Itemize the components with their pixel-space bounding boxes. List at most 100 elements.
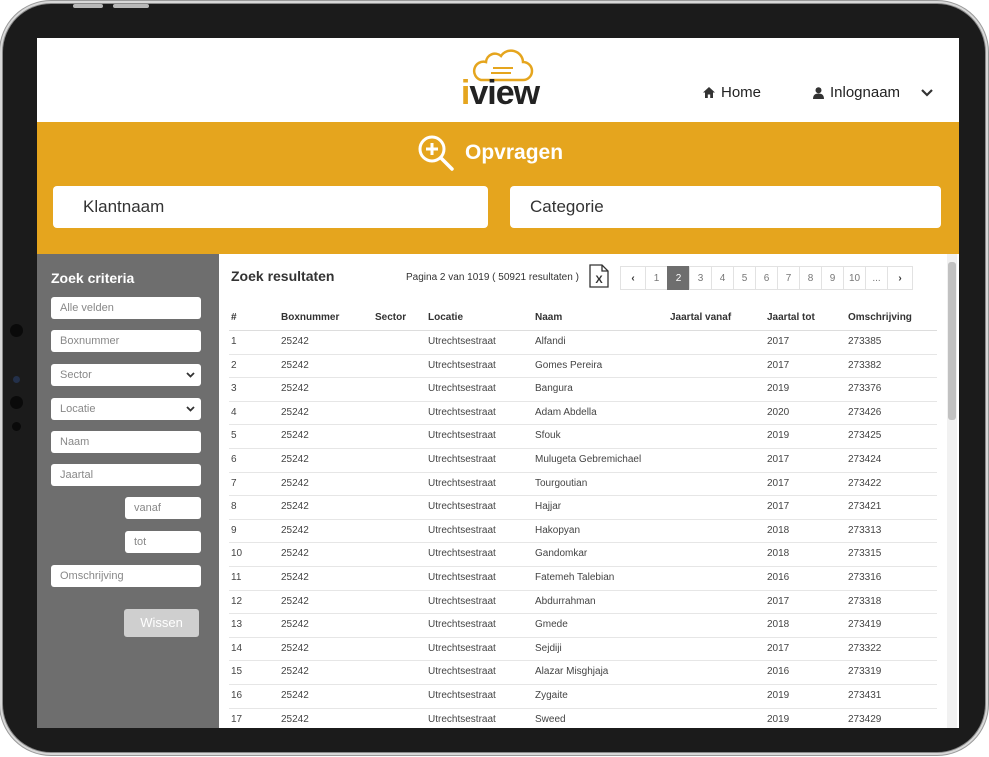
- table-row[interactable]: 17 25242 Utrechtsestraat Sweed 2019 273429: [229, 709, 937, 729]
- scrollbar-thumb[interactable]: [948, 262, 956, 420]
- table-cell: 2018: [767, 619, 790, 631]
- table-cell: 25242: [281, 524, 309, 536]
- table-cell: 2017: [767, 336, 790, 347]
- table-cell: 273431: [848, 689, 882, 701]
- table-cell: 25242: [281, 430, 309, 442]
- page-button[interactable]: 8: [799, 266, 822, 290]
- table-row[interactable]: 9 25242 Utrechtsestraat Hakopyan 2018 273313: [229, 520, 937, 544]
- svg-text:X: X: [595, 274, 603, 286]
- table-cell: 25242: [281, 383, 309, 395]
- zoom-in-icon: [418, 135, 454, 171]
- column-header[interactable]: Locatie: [428, 306, 463, 330]
- table-cell: 2017: [767, 453, 790, 465]
- table-cell: 8: [231, 501, 237, 513]
- table-row[interactable]: 11 25242 Utrechtsestraat Fatemeh Talebian 20…: [229, 567, 937, 591]
- table-row[interactable]: 2 25242 Utrechtsestraat Gomes Pereira 2017 27…: [229, 355, 937, 379]
- page-button[interactable]: 6: [755, 266, 778, 290]
- excel-export-icon[interactable]: X: [589, 264, 609, 288]
- boxnummer-input[interactable]: Boxnummer: [51, 330, 201, 352]
- client-name-field[interactable]: Klantnaam: [53, 186, 488, 228]
- table-row[interactable]: 6 25242 Utrechtsestraat Mulugeta Gebremicha…: [229, 449, 937, 473]
- table-cell: Utrechtsestraat: [428, 548, 496, 560]
- table-row[interactable]: 12 25242 Utrechtsestraat Abdurrahman 2017 273…: [229, 591, 937, 615]
- table-row[interactable]: 3 25242 Utrechtsestraat Bangura 2019 273376: [229, 378, 937, 402]
- column-header[interactable]: Omschrijving: [848, 306, 912, 330]
- logo-text: iview: [453, 76, 547, 110]
- year-to-input[interactable]: tot: [125, 531, 201, 553]
- table-row[interactable]: 10 25242 Utrechtsestraat Gandomkar 2018 27331…: [229, 543, 937, 567]
- column-header[interactable]: Boxnummer: [281, 306, 339, 330]
- page-button[interactable]: 10: [843, 266, 866, 290]
- page-button[interactable]: 9: [821, 266, 844, 290]
- table-row[interactable]: 8 25242 Utrechtsestraat Hajjar 2017 273421: [229, 496, 937, 520]
- table-cell: Utrechtsestraat: [428, 453, 496, 465]
- table-cell: 3: [231, 383, 237, 395]
- camera-icon: [10, 324, 23, 337]
- table-cell: 25242: [281, 689, 309, 701]
- sector-select[interactable]: Sector: [51, 364, 201, 386]
- chevron-down-icon[interactable]: [920, 88, 934, 98]
- page-button[interactable]: 5: [733, 266, 756, 290]
- column-header[interactable]: #: [231, 306, 237, 330]
- page-info: Pagina 2 van 1019 ( 50921 resultaten ): [406, 272, 579, 283]
- omschrijving-input[interactable]: Omschrijving: [51, 565, 201, 587]
- table-cell: Utrechtsestraat: [428, 430, 496, 442]
- clear-button[interactable]: Wissen: [124, 609, 199, 637]
- table-cell: 25242: [281, 501, 309, 513]
- sidebar-title: Zoek criteria: [51, 270, 135, 286]
- table-cell: 2: [231, 359, 237, 371]
- table-row[interactable]: 13 25242 Utrechtsestraat Gmede 2018 273419: [229, 614, 937, 638]
- table-cell: 9: [231, 524, 237, 536]
- table-row[interactable]: 1 25242 Utrechtsestraat Alfandi 2017 273385: [229, 331, 937, 355]
- sector-select-label: Sector: [60, 369, 92, 381]
- table-cell: Adam Abdella: [535, 406, 597, 418]
- table-cell: 2017: [767, 595, 790, 607]
- scrollbar[interactable]: [947, 254, 957, 728]
- column-header[interactable]: Jaartal vanaf: [670, 306, 731, 330]
- page-button[interactable]: 1: [645, 266, 668, 290]
- table-cell: 273421: [848, 501, 882, 513]
- table-cell: Utrechtsestraat: [428, 642, 496, 654]
- page-button[interactable]: 2: [667, 266, 690, 290]
- table-cell: 5: [231, 430, 237, 442]
- all-fields-input[interactable]: Alle velden: [51, 297, 201, 319]
- page-title: Opvragen: [465, 141, 564, 164]
- table-cell: 25242: [281, 595, 309, 607]
- page-button[interactable]: 3: [689, 266, 712, 290]
- prev-page-button[interactable]: ‹: [620, 266, 646, 290]
- table-cell: 2016: [767, 666, 790, 678]
- table-cell: 273318: [848, 595, 882, 607]
- column-header[interactable]: Naam: [535, 306, 562, 330]
- table-cell: Utrechtsestraat: [428, 501, 496, 513]
- column-header[interactable]: Sector: [375, 306, 406, 330]
- nav-home[interactable]: Home: [703, 84, 761, 101]
- table-row[interactable]: 14 25242 Utrechtsestraat Sejdiji 2017 273322: [229, 638, 937, 662]
- page-button[interactable]: 7: [777, 266, 800, 290]
- page-button[interactable]: ...: [865, 266, 888, 290]
- tablet-frame: iview Home Inlognaam Opvragen Klantnaam …: [3, 4, 985, 752]
- nav-user[interactable]: Inlognaam: [813, 84, 934, 101]
- table-cell: 273385: [848, 336, 882, 347]
- table-body: 1 25242 Utrechtsestraat Alfandi 2017 273385 2 2…: [229, 331, 937, 728]
- column-header[interactable]: Jaartal tot: [767, 306, 815, 330]
- table-row[interactable]: 7 25242 Utrechtsestraat Tourgoutian 2017 2734…: [229, 473, 937, 497]
- table-row[interactable]: 15 25242 Utrechtsestraat Alazar Misghjaja 20…: [229, 661, 937, 685]
- naam-input[interactable]: Naam: [51, 431, 201, 453]
- table-cell: 2019: [767, 430, 790, 442]
- locatie-select-label: Locatie: [60, 403, 96, 415]
- jaartal-input[interactable]: Jaartal: [51, 464, 201, 486]
- table-cell: 273426: [848, 406, 882, 418]
- table-row[interactable]: 4 25242 Utrechtsestraat Adam Abdella 2020 273…: [229, 402, 937, 426]
- table-cell: 273422: [848, 477, 882, 489]
- page-button[interactable]: 4: [711, 266, 734, 290]
- table-row[interactable]: 5 25242 Utrechtsestraat Sfouk 2019 273425: [229, 425, 937, 449]
- table-row[interactable]: 16 25242 Utrechtsestraat Zygaite 2019 273431: [229, 685, 937, 709]
- band-title: Opvragen: [417, 134, 563, 172]
- year-from-input[interactable]: vanaf: [125, 497, 201, 519]
- locatie-select[interactable]: Locatie: [51, 398, 201, 420]
- table-cell: Utrechtsestraat: [428, 524, 496, 536]
- table-cell: Gmede: [535, 619, 568, 631]
- iview-logo[interactable]: iview: [453, 46, 547, 112]
- category-field[interactable]: Categorie: [510, 186, 941, 228]
- next-page-button[interactable]: ›: [887, 266, 913, 290]
